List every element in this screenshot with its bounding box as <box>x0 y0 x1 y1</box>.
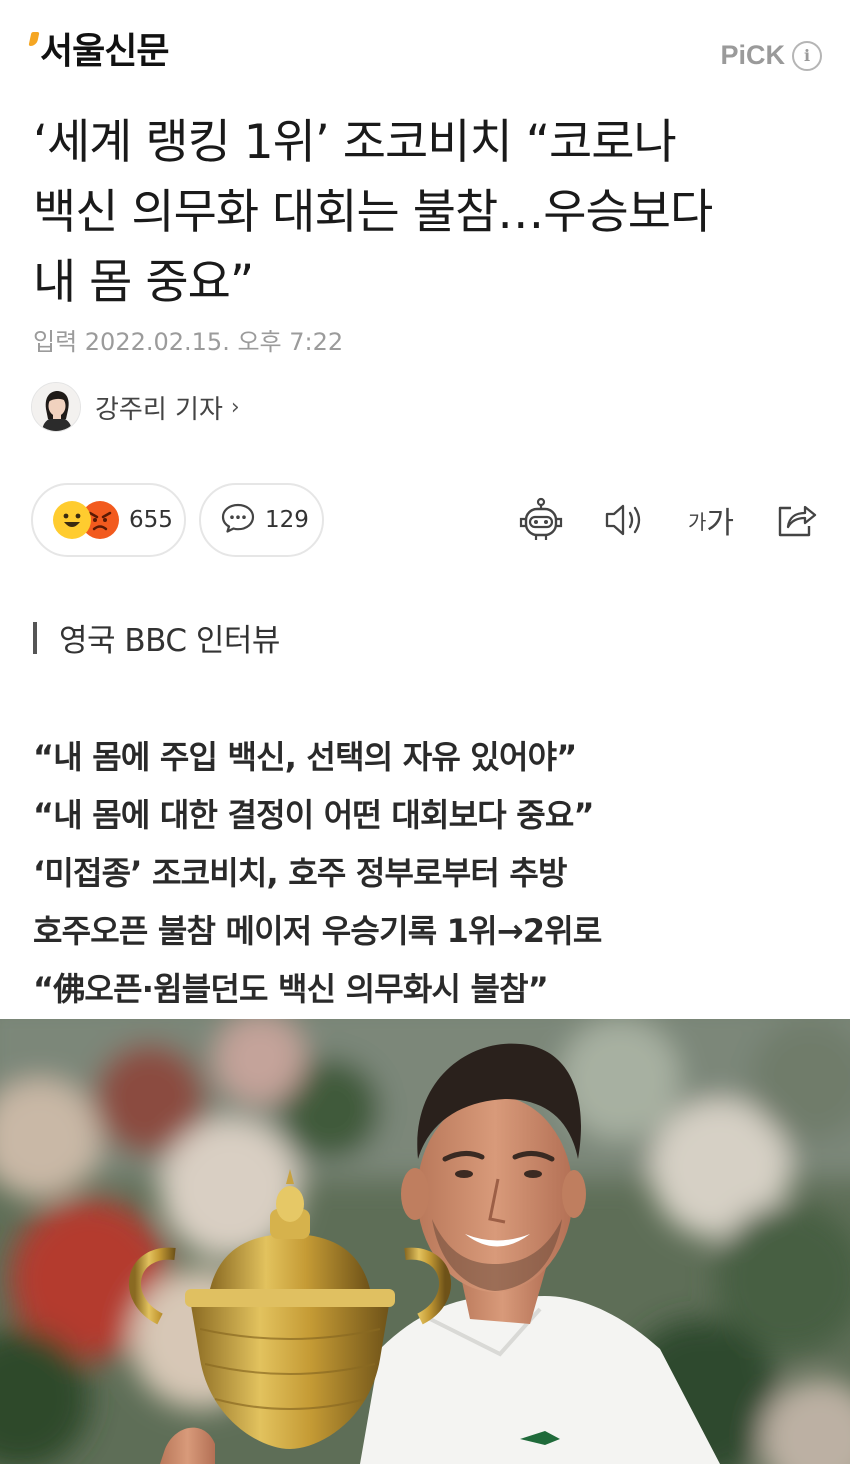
app-header: 서울신문 PiCK i <box>0 0 850 100</box>
summary-line: “내 몸에 주입 백신, 선택의 자유 있어야” <box>33 738 577 776</box>
author-name: 강주리 기자 <box>95 394 223 425</box>
logo-text: 서울신문 <box>40 31 169 72</box>
article-date: 입력 2022.02.15. 오후 7:22 <box>33 328 344 356</box>
summary-line: ‘미접종’ 조코비치, 호주 정부로부터 추방 <box>33 854 567 892</box>
robot-icon[interactable] <box>514 490 568 550</box>
summary-line: “내 몸에 대한 결정이 어떤 대회보다 중요” <box>33 796 595 834</box>
article-photo[interactable] <box>0 1019 850 1464</box>
article-title-line: 내 몸 중요” <box>33 255 254 310</box>
summary-line: “佛오픈·윔블던도 백신 의무화시 불참” <box>33 970 549 1008</box>
subhead-text: 영국 BBC 인터뷰 <box>59 623 280 659</box>
share-icon[interactable] <box>772 490 822 550</box>
chevron-right-icon: › <box>230 394 240 420</box>
summary-line: 호주오픈 불참 메이저 우승기록 1위→2위로 <box>33 912 602 950</box>
logo-accent-mark <box>28 32 40 46</box>
article-summary: “내 몸에 주입 백신, 선택의 자유 있어야” “내 몸에 대한 결정이 어떤… <box>33 728 833 1018</box>
article-toolbar: 가가 <box>0 490 850 550</box>
font-size-icon[interactable]: 가가 <box>684 490 738 550</box>
speaker-icon[interactable] <box>601 490 649 550</box>
info-icon[interactable]: i <box>792 40 822 71</box>
article-subhead: 영국 BBC 인터뷰 <box>33 615 280 660</box>
font-size-small-label: 가 <box>687 509 707 534</box>
author-link[interactable]: 강주리 기자 › <box>31 382 240 432</box>
article-title: ‘세계 랭킹 1위’ 조코비치 “코로나 백신 의무화 대회는 불참…우승보다 … <box>33 108 833 318</box>
font-size-big-label: 가 <box>706 506 734 541</box>
pick-label: PiCK <box>720 40 785 70</box>
subhead-bar <box>33 621 37 654</box>
pick-badge[interactable]: PiCK i <box>720 40 822 71</box>
happy-emoji-icon <box>53 501 91 539</box>
article-title-line: ‘세계 랭킹 1위’ 조코비치 “코로나 <box>33 115 677 170</box>
author-avatar <box>31 382 81 432</box>
newspaper-logo[interactable]: 서울신문 <box>28 30 169 74</box>
article-title-line: 백신 의무화 대회는 불참…우승보다 <box>33 185 713 240</box>
